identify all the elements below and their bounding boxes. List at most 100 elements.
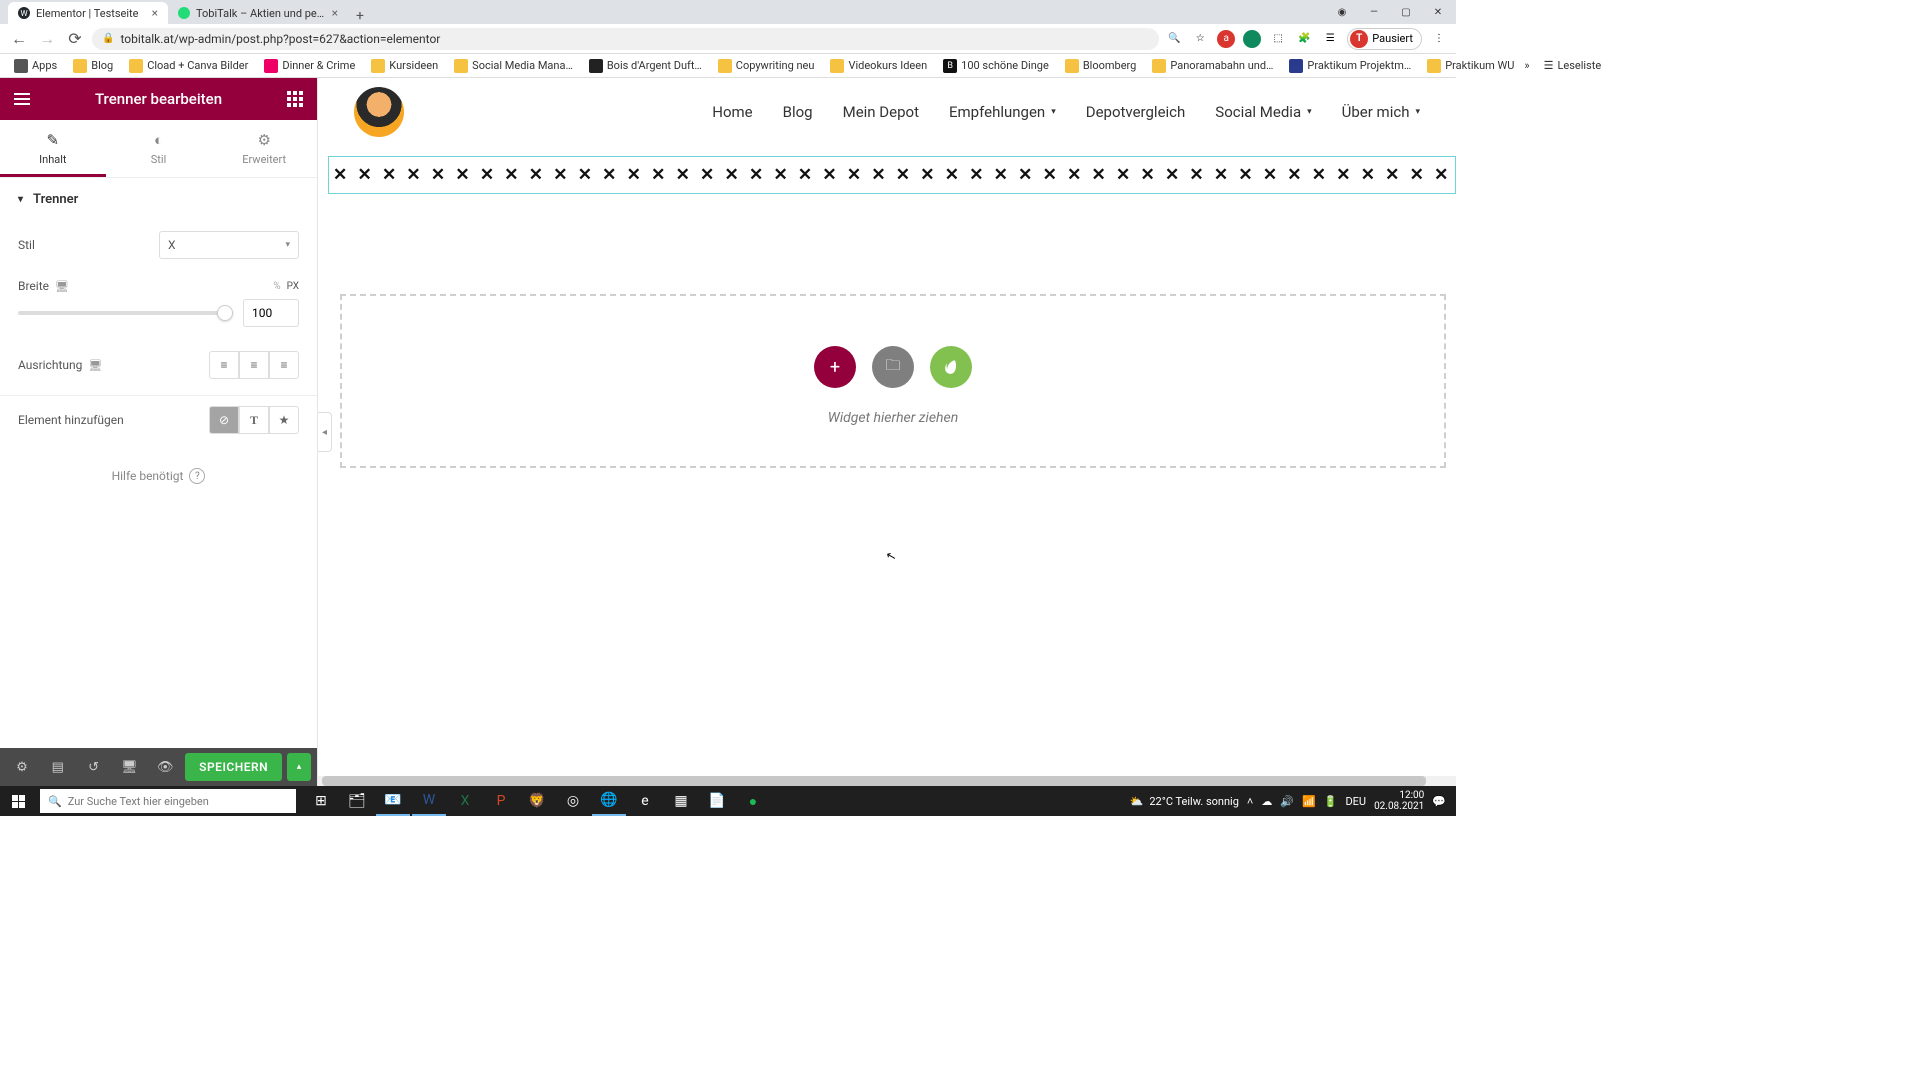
add-text-button[interactable]: T	[239, 406, 269, 434]
kebab-menu-icon[interactable]: ⋮	[1430, 30, 1448, 48]
close-window-button[interactable]: ✕	[1424, 2, 1452, 22]
forward-button[interactable]: →	[36, 28, 58, 50]
align-left-button[interactable]: ≡	[209, 351, 239, 379]
bookmark-item[interactable]: Kursideen	[365, 57, 444, 75]
save-button[interactable]: SPEICHERN	[185, 753, 282, 781]
history-button[interactable]: ↺	[78, 752, 110, 782]
preview-button[interactable]: 👁	[149, 752, 181, 782]
start-button[interactable]	[0, 795, 36, 808]
menu-button[interactable]	[10, 87, 34, 111]
taskbar-app-mail[interactable]: 📧	[376, 786, 410, 816]
apps-shortcut[interactable]: Apps	[8, 57, 63, 75]
nav-item-empfehlungen[interactable]: Empfehlungen▾	[949, 103, 1056, 121]
unit-pixel[interactable]: PX	[287, 281, 299, 292]
bookmark-item[interactable]: Videokurs Ideen	[824, 57, 933, 75]
add-none-button[interactable]: ⊘	[209, 406, 239, 434]
taskbar-app-powerpoint[interactable]: P	[484, 786, 518, 816]
bookmarks-overflow[interactable]: »	[1524, 59, 1529, 72]
add-template-button[interactable]: 🗀	[872, 346, 914, 388]
horizontal-scrollbar[interactable]	[318, 776, 1456, 786]
align-right-button[interactable]: ≡	[269, 351, 299, 379]
help-link[interactable]: Hilfe benötigt ?	[0, 444, 317, 508]
site-logo[interactable]	[354, 87, 404, 137]
bookmark-item[interactable]: Panoramabahn und…	[1146, 57, 1279, 75]
browser-tab[interactable]: TobiTalk – Aktien und persönliche… ×	[168, 2, 348, 24]
taskbar-app-explorer[interactable]: 🗂	[340, 786, 374, 816]
taskbar-app-excel[interactable]: X	[448, 786, 482, 816]
taskbar-app-word[interactable]: W	[412, 786, 446, 816]
back-button[interactable]: ←	[8, 28, 30, 50]
empty-section-dropzone[interactable]: + 🗀 Widget hierher ziehen	[340, 294, 1446, 468]
taskbar-weather[interactable]: ⛅ 22°C Teilw. sonnig	[1130, 795, 1239, 808]
collapse-sidebar-handle[interactable]: ◂	[318, 412, 332, 452]
bookmark-item[interactable]: Bloomberg	[1059, 57, 1143, 75]
envato-button[interactable]	[930, 346, 972, 388]
extension-icon[interactable]: ⬚	[1269, 30, 1287, 48]
reading-list-button[interactable]: ☰Leseliste	[1538, 57, 1608, 74]
bookmark-item[interactable]: Blog	[67, 57, 119, 75]
reading-list-icon[interactable]: ☰	[1321, 30, 1339, 48]
tray-onedrive-icon[interactable]: ☁	[1261, 795, 1272, 808]
taskbar-clock[interactable]: 12:00 02.08.2021	[1374, 790, 1424, 812]
width-slider[interactable]	[18, 311, 233, 315]
width-input[interactable]: 100	[243, 299, 299, 327]
nav-item-home[interactable]: Home	[712, 103, 752, 121]
star-icon[interactable]: ☆	[1191, 30, 1209, 48]
taskbar-app-edge[interactable]: e	[628, 786, 662, 816]
bookmark-item[interactable]: B100 schöne Dinge	[937, 57, 1055, 75]
align-center-button[interactable]: ≡	[239, 351, 269, 379]
tab-advanced[interactable]: ⚙ Erweitert	[211, 120, 317, 177]
tray-language[interactable]: DEU	[1345, 795, 1366, 808]
responsive-button[interactable]: 🖥	[113, 752, 145, 782]
style-select[interactable]: X ▾	[159, 231, 299, 259]
browser-tab-active[interactable]: W Elementor | Testseite ×	[8, 2, 168, 24]
tab-content[interactable]: ✎ Inhalt	[0, 120, 106, 177]
bookmark-item[interactable]: Copywriting neu	[712, 57, 821, 75]
save-options-button[interactable]: ▴	[287, 753, 311, 781]
profile-badge[interactable]: T Pausiert	[1347, 28, 1422, 50]
extension-icon[interactable]	[1243, 30, 1261, 48]
account-icon[interactable]: ◉	[1328, 2, 1356, 22]
taskbar-app-generic[interactable]: ▦	[664, 786, 698, 816]
settings-button[interactable]: ⚙	[6, 752, 38, 782]
taskbar-app-chrome[interactable]: 🌐	[592, 786, 626, 816]
address-bar[interactable]: 🔒 tobitalk.at/wp-admin/post.php?post=627…	[92, 28, 1159, 50]
taskbar-app-brave[interactable]: 🦁	[520, 786, 554, 816]
tray-wifi-icon[interactable]: 📶	[1302, 795, 1316, 808]
slider-thumb[interactable]	[217, 305, 233, 321]
section-toggle-trenner[interactable]: ▾ Trenner	[0, 178, 317, 221]
bookmark-item[interactable]: Social Media Mana…	[448, 57, 579, 75]
maximize-button[interactable]: ▢	[1392, 2, 1420, 22]
tray-volume-icon[interactable]: 🔊	[1280, 795, 1294, 808]
extension-icon[interactable]: a	[1217, 30, 1235, 48]
widgets-panel-button[interactable]	[283, 87, 307, 111]
new-tab-button[interactable]: +	[348, 8, 372, 24]
bookmark-item[interactable]: Bois d'Argent Duft…	[583, 57, 708, 75]
nav-item-depotvergleich[interactable]: Depotvergleich	[1086, 103, 1186, 121]
bookmark-item[interactable]: Cload + Canva Bilder	[123, 57, 254, 75]
taskbar-app-spotify[interactable]: ●	[736, 786, 770, 816]
nav-item-blog[interactable]: Blog	[783, 103, 813, 121]
divider-widget-selected[interactable]: ✕ ✕ ✕ ✕ ✕ ✕ ✕ ✕ ✕ ✕ ✕ ✕ ✕ ✕ ✕ ✕ ✕ ✕ ✕ ✕ …	[328, 156, 1456, 194]
scrollbar-thumb[interactable]	[322, 776, 1426, 786]
zoom-icon[interactable]: 🔍	[1165, 30, 1183, 48]
nav-item-depot[interactable]: Mein Depot	[843, 103, 919, 121]
extensions-menu-icon[interactable]: 🧩	[1295, 30, 1313, 48]
close-icon[interactable]: ×	[332, 6, 338, 20]
nav-item-about[interactable]: Über mich▾	[1342, 103, 1420, 121]
editor-canvas[interactable]: Home Blog Mein Depot Empfehlungen▾ Depot…	[318, 78, 1456, 786]
desktop-icon[interactable]: 🖥	[88, 359, 102, 372]
close-icon[interactable]: ×	[152, 6, 158, 20]
bookmark-item[interactable]: Dinner & Crime	[258, 57, 361, 75]
unit-percent[interactable]: %	[273, 281, 280, 292]
reload-button[interactable]: ⟳	[64, 28, 86, 50]
taskbar-app-obs[interactable]: ◎	[556, 786, 590, 816]
action-center-icon[interactable]: 💬	[1432, 795, 1446, 808]
minimize-button[interactable]: —	[1360, 2, 1388, 22]
add-icon-button[interactable]: ★	[269, 406, 299, 434]
taskbar-search[interactable]: 🔍 Zur Suche Text hier eingeben	[40, 789, 296, 813]
nav-item-social[interactable]: Social Media▾	[1215, 103, 1311, 121]
taskbar-app-notepad[interactable]: 📄	[700, 786, 734, 816]
add-section-button[interactable]: +	[814, 346, 856, 388]
task-view-button[interactable]: ⊞	[304, 786, 338, 816]
